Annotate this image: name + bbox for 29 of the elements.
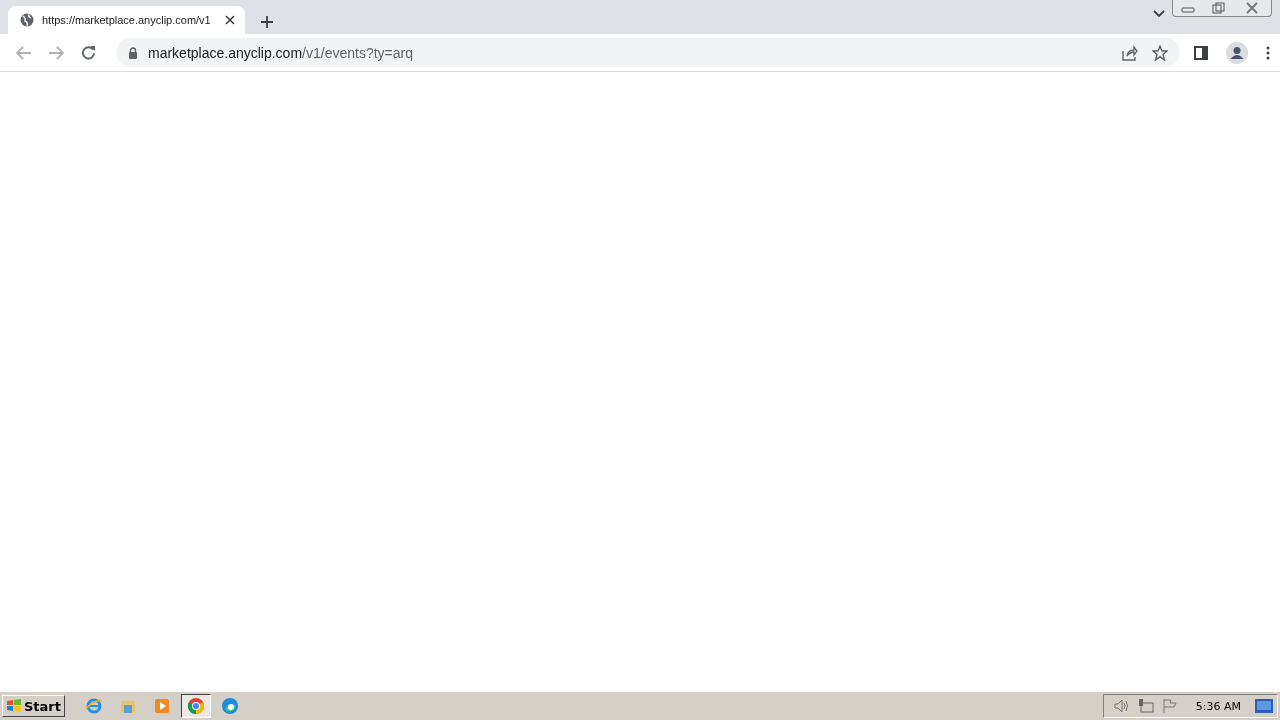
- url-text: marketplace.anyclip.com/v1/events?ty=arq: [148, 44, 414, 61]
- wave-logo-icon: [221, 697, 239, 715]
- clock: 5:36 AM: [1195, 699, 1241, 713]
- browser-logo-icon: [187, 697, 205, 715]
- lock-icon: [128, 46, 138, 59]
- back-arrow-icon[interactable]: [16, 45, 32, 60]
- monitor-icon[interactable]: [1255, 699, 1273, 713]
- plus-icon[interactable]: [261, 16, 273, 28]
- taskbar-app[interactable]: [181, 694, 211, 718]
- more-menu-icon[interactable]: [1266, 45, 1270, 60]
- side-panel-icon[interactable]: [1194, 45, 1208, 60]
- flag-icon[interactable]: [1161, 698, 1178, 714]
- network-icon[interactable]: [1137, 698, 1154, 714]
- reload-icon[interactable]: [80, 45, 96, 60]
- profile-avatar-icon[interactable]: [1226, 41, 1248, 64]
- globe-icon: [20, 13, 34, 27]
- chevron-down-icon[interactable]: [1153, 10, 1165, 18]
- address-bar[interactable]: marketplace.anyclip.com/v1/events?ty=arq: [116, 38, 1180, 67]
- play-icon: [153, 697, 171, 715]
- tab-title: https://marketplace.anyclip.com/v1: [42, 14, 212, 26]
- forward-arrow-icon[interactable]: [48, 45, 64, 60]
- start-button[interactable]: Start: [2, 695, 65, 717]
- share-icon[interactable]: [1122, 44, 1138, 61]
- close-icon[interactable]: [225, 15, 235, 25]
- speaker-icon[interactable]: [1113, 699, 1130, 713]
- globe-e-icon: [85, 697, 103, 715]
- windows-flag-icon: [6, 698, 22, 714]
- browser-tab[interactable]: https://marketplace.anyclip.com/v1: [8, 6, 245, 34]
- star-icon[interactable]: [1152, 44, 1168, 61]
